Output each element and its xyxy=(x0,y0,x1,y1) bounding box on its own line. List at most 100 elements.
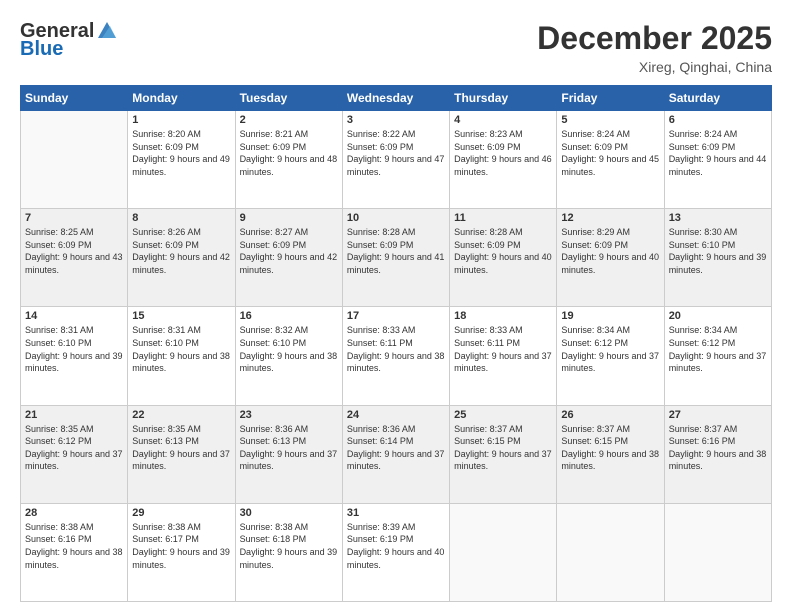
table-row: 18 Sunrise: 8:33 AM Sunset: 6:11 PM Dayl… xyxy=(450,307,557,405)
day-number: 22 xyxy=(132,409,230,421)
day-info: Sunrise: 8:22 AM Sunset: 6:09 PM Dayligh… xyxy=(347,128,445,178)
day-info: Sunrise: 8:23 AM Sunset: 6:09 PM Dayligh… xyxy=(454,128,552,178)
calendar: Sunday Monday Tuesday Wednesday Thursday… xyxy=(20,85,772,602)
day-number: 3 xyxy=(347,114,445,126)
day-number: 31 xyxy=(347,507,445,519)
title-block: December 2025 Xireg, Qinghai, China xyxy=(537,20,772,75)
logo: General Blue xyxy=(20,20,118,60)
day-info: Sunrise: 8:35 AM Sunset: 6:12 PM Dayligh… xyxy=(25,423,123,473)
day-number: 19 xyxy=(561,310,659,322)
day-info: Sunrise: 8:27 AM Sunset: 6:09 PM Dayligh… xyxy=(240,226,338,276)
day-number: 7 xyxy=(25,212,123,224)
table-row: 1 Sunrise: 8:20 AM Sunset: 6:09 PM Dayli… xyxy=(128,111,235,209)
table-row: 22 Sunrise: 8:35 AM Sunset: 6:13 PM Dayl… xyxy=(128,405,235,503)
table-row xyxy=(557,503,664,601)
day-number: 27 xyxy=(669,409,767,421)
day-info: Sunrise: 8:36 AM Sunset: 6:14 PM Dayligh… xyxy=(347,423,445,473)
day-info: Sunrise: 8:20 AM Sunset: 6:09 PM Dayligh… xyxy=(132,128,230,178)
day-info: Sunrise: 8:24 AM Sunset: 6:09 PM Dayligh… xyxy=(669,128,767,178)
day-info: Sunrise: 8:31 AM Sunset: 6:10 PM Dayligh… xyxy=(132,324,230,374)
table-row: 8 Sunrise: 8:26 AM Sunset: 6:09 PM Dayli… xyxy=(128,209,235,307)
calendar-week-row: 1 Sunrise: 8:20 AM Sunset: 6:09 PM Dayli… xyxy=(21,111,772,209)
day-info: Sunrise: 8:37 AM Sunset: 6:15 PM Dayligh… xyxy=(454,423,552,473)
header-wednesday: Wednesday xyxy=(342,86,449,111)
table-row: 15 Sunrise: 8:31 AM Sunset: 6:10 PM Dayl… xyxy=(128,307,235,405)
header-friday: Friday xyxy=(557,86,664,111)
day-number: 5 xyxy=(561,114,659,126)
day-info: Sunrise: 8:31 AM Sunset: 6:10 PM Dayligh… xyxy=(25,324,123,374)
page: General Blue December 2025 Xireg, Qingha… xyxy=(0,0,792,612)
day-number: 28 xyxy=(25,507,123,519)
day-number: 9 xyxy=(240,212,338,224)
header-sunday: Sunday xyxy=(21,86,128,111)
table-row: 26 Sunrise: 8:37 AM Sunset: 6:15 PM Dayl… xyxy=(557,405,664,503)
day-number: 17 xyxy=(347,310,445,322)
day-info: Sunrise: 8:26 AM Sunset: 6:09 PM Dayligh… xyxy=(132,226,230,276)
table-row: 27 Sunrise: 8:37 AM Sunset: 6:16 PM Dayl… xyxy=(664,405,771,503)
table-row xyxy=(664,503,771,601)
table-row: 2 Sunrise: 8:21 AM Sunset: 6:09 PM Dayli… xyxy=(235,111,342,209)
day-number: 18 xyxy=(454,310,552,322)
table-row: 12 Sunrise: 8:29 AM Sunset: 6:09 PM Dayl… xyxy=(557,209,664,307)
table-row xyxy=(21,111,128,209)
table-row: 30 Sunrise: 8:38 AM Sunset: 6:18 PM Dayl… xyxy=(235,503,342,601)
day-number: 20 xyxy=(669,310,767,322)
day-number: 6 xyxy=(669,114,767,126)
table-row: 6 Sunrise: 8:24 AM Sunset: 6:09 PM Dayli… xyxy=(664,111,771,209)
day-number: 11 xyxy=(454,212,552,224)
header-thursday: Thursday xyxy=(450,86,557,111)
table-row xyxy=(450,503,557,601)
day-number: 24 xyxy=(347,409,445,421)
table-row: 23 Sunrise: 8:36 AM Sunset: 6:13 PM Dayl… xyxy=(235,405,342,503)
month-title: December 2025 xyxy=(537,20,772,57)
table-row: 7 Sunrise: 8:25 AM Sunset: 6:09 PM Dayli… xyxy=(21,209,128,307)
day-number: 25 xyxy=(454,409,552,421)
calendar-week-row: 28 Sunrise: 8:38 AM Sunset: 6:16 PM Dayl… xyxy=(21,503,772,601)
table-row: 20 Sunrise: 8:34 AM Sunset: 6:12 PM Dayl… xyxy=(664,307,771,405)
day-number: 2 xyxy=(240,114,338,126)
table-row: 4 Sunrise: 8:23 AM Sunset: 6:09 PM Dayli… xyxy=(450,111,557,209)
table-row: 25 Sunrise: 8:37 AM Sunset: 6:15 PM Dayl… xyxy=(450,405,557,503)
day-number: 16 xyxy=(240,310,338,322)
day-info: Sunrise: 8:21 AM Sunset: 6:09 PM Dayligh… xyxy=(240,128,338,178)
day-info: Sunrise: 8:33 AM Sunset: 6:11 PM Dayligh… xyxy=(454,324,552,374)
day-info: Sunrise: 8:36 AM Sunset: 6:13 PM Dayligh… xyxy=(240,423,338,473)
header-tuesday: Tuesday xyxy=(235,86,342,111)
table-row: 17 Sunrise: 8:33 AM Sunset: 6:11 PM Dayl… xyxy=(342,307,449,405)
table-row: 14 Sunrise: 8:31 AM Sunset: 6:10 PM Dayl… xyxy=(21,307,128,405)
table-row: 31 Sunrise: 8:39 AM Sunset: 6:19 PM Dayl… xyxy=(342,503,449,601)
day-info: Sunrise: 8:28 AM Sunset: 6:09 PM Dayligh… xyxy=(347,226,445,276)
table-row: 16 Sunrise: 8:32 AM Sunset: 6:10 PM Dayl… xyxy=(235,307,342,405)
weekday-header-row: Sunday Monday Tuesday Wednesday Thursday… xyxy=(21,86,772,111)
day-number: 26 xyxy=(561,409,659,421)
calendar-week-row: 7 Sunrise: 8:25 AM Sunset: 6:09 PM Dayli… xyxy=(21,209,772,307)
logo-blue: Blue xyxy=(20,38,63,60)
day-number: 8 xyxy=(132,212,230,224)
day-info: Sunrise: 8:32 AM Sunset: 6:10 PM Dayligh… xyxy=(240,324,338,374)
day-info: Sunrise: 8:28 AM Sunset: 6:09 PM Dayligh… xyxy=(454,226,552,276)
day-number: 23 xyxy=(240,409,338,421)
day-number: 14 xyxy=(25,310,123,322)
day-info: Sunrise: 8:33 AM Sunset: 6:11 PM Dayligh… xyxy=(347,324,445,374)
day-info: Sunrise: 8:39 AM Sunset: 6:19 PM Dayligh… xyxy=(347,521,445,571)
day-info: Sunrise: 8:38 AM Sunset: 6:18 PM Dayligh… xyxy=(240,521,338,571)
calendar-week-row: 21 Sunrise: 8:35 AM Sunset: 6:12 PM Dayl… xyxy=(21,405,772,503)
day-number: 13 xyxy=(669,212,767,224)
day-number: 4 xyxy=(454,114,552,126)
day-number: 15 xyxy=(132,310,230,322)
table-row: 24 Sunrise: 8:36 AM Sunset: 6:14 PM Dayl… xyxy=(342,405,449,503)
day-number: 1 xyxy=(132,114,230,126)
day-info: Sunrise: 8:30 AM Sunset: 6:10 PM Dayligh… xyxy=(669,226,767,276)
table-row: 13 Sunrise: 8:30 AM Sunset: 6:10 PM Dayl… xyxy=(664,209,771,307)
table-row: 3 Sunrise: 8:22 AM Sunset: 6:09 PM Dayli… xyxy=(342,111,449,209)
table-row: 11 Sunrise: 8:28 AM Sunset: 6:09 PM Dayl… xyxy=(450,209,557,307)
logo-icon xyxy=(96,20,118,42)
header-monday: Monday xyxy=(128,86,235,111)
table-row: 21 Sunrise: 8:35 AM Sunset: 6:12 PM Dayl… xyxy=(21,405,128,503)
table-row: 19 Sunrise: 8:34 AM Sunset: 6:12 PM Dayl… xyxy=(557,307,664,405)
table-row: 10 Sunrise: 8:28 AM Sunset: 6:09 PM Dayl… xyxy=(342,209,449,307)
day-info: Sunrise: 8:37 AM Sunset: 6:16 PM Dayligh… xyxy=(669,423,767,473)
day-info: Sunrise: 8:35 AM Sunset: 6:13 PM Dayligh… xyxy=(132,423,230,473)
day-number: 30 xyxy=(240,507,338,519)
day-number: 10 xyxy=(347,212,445,224)
